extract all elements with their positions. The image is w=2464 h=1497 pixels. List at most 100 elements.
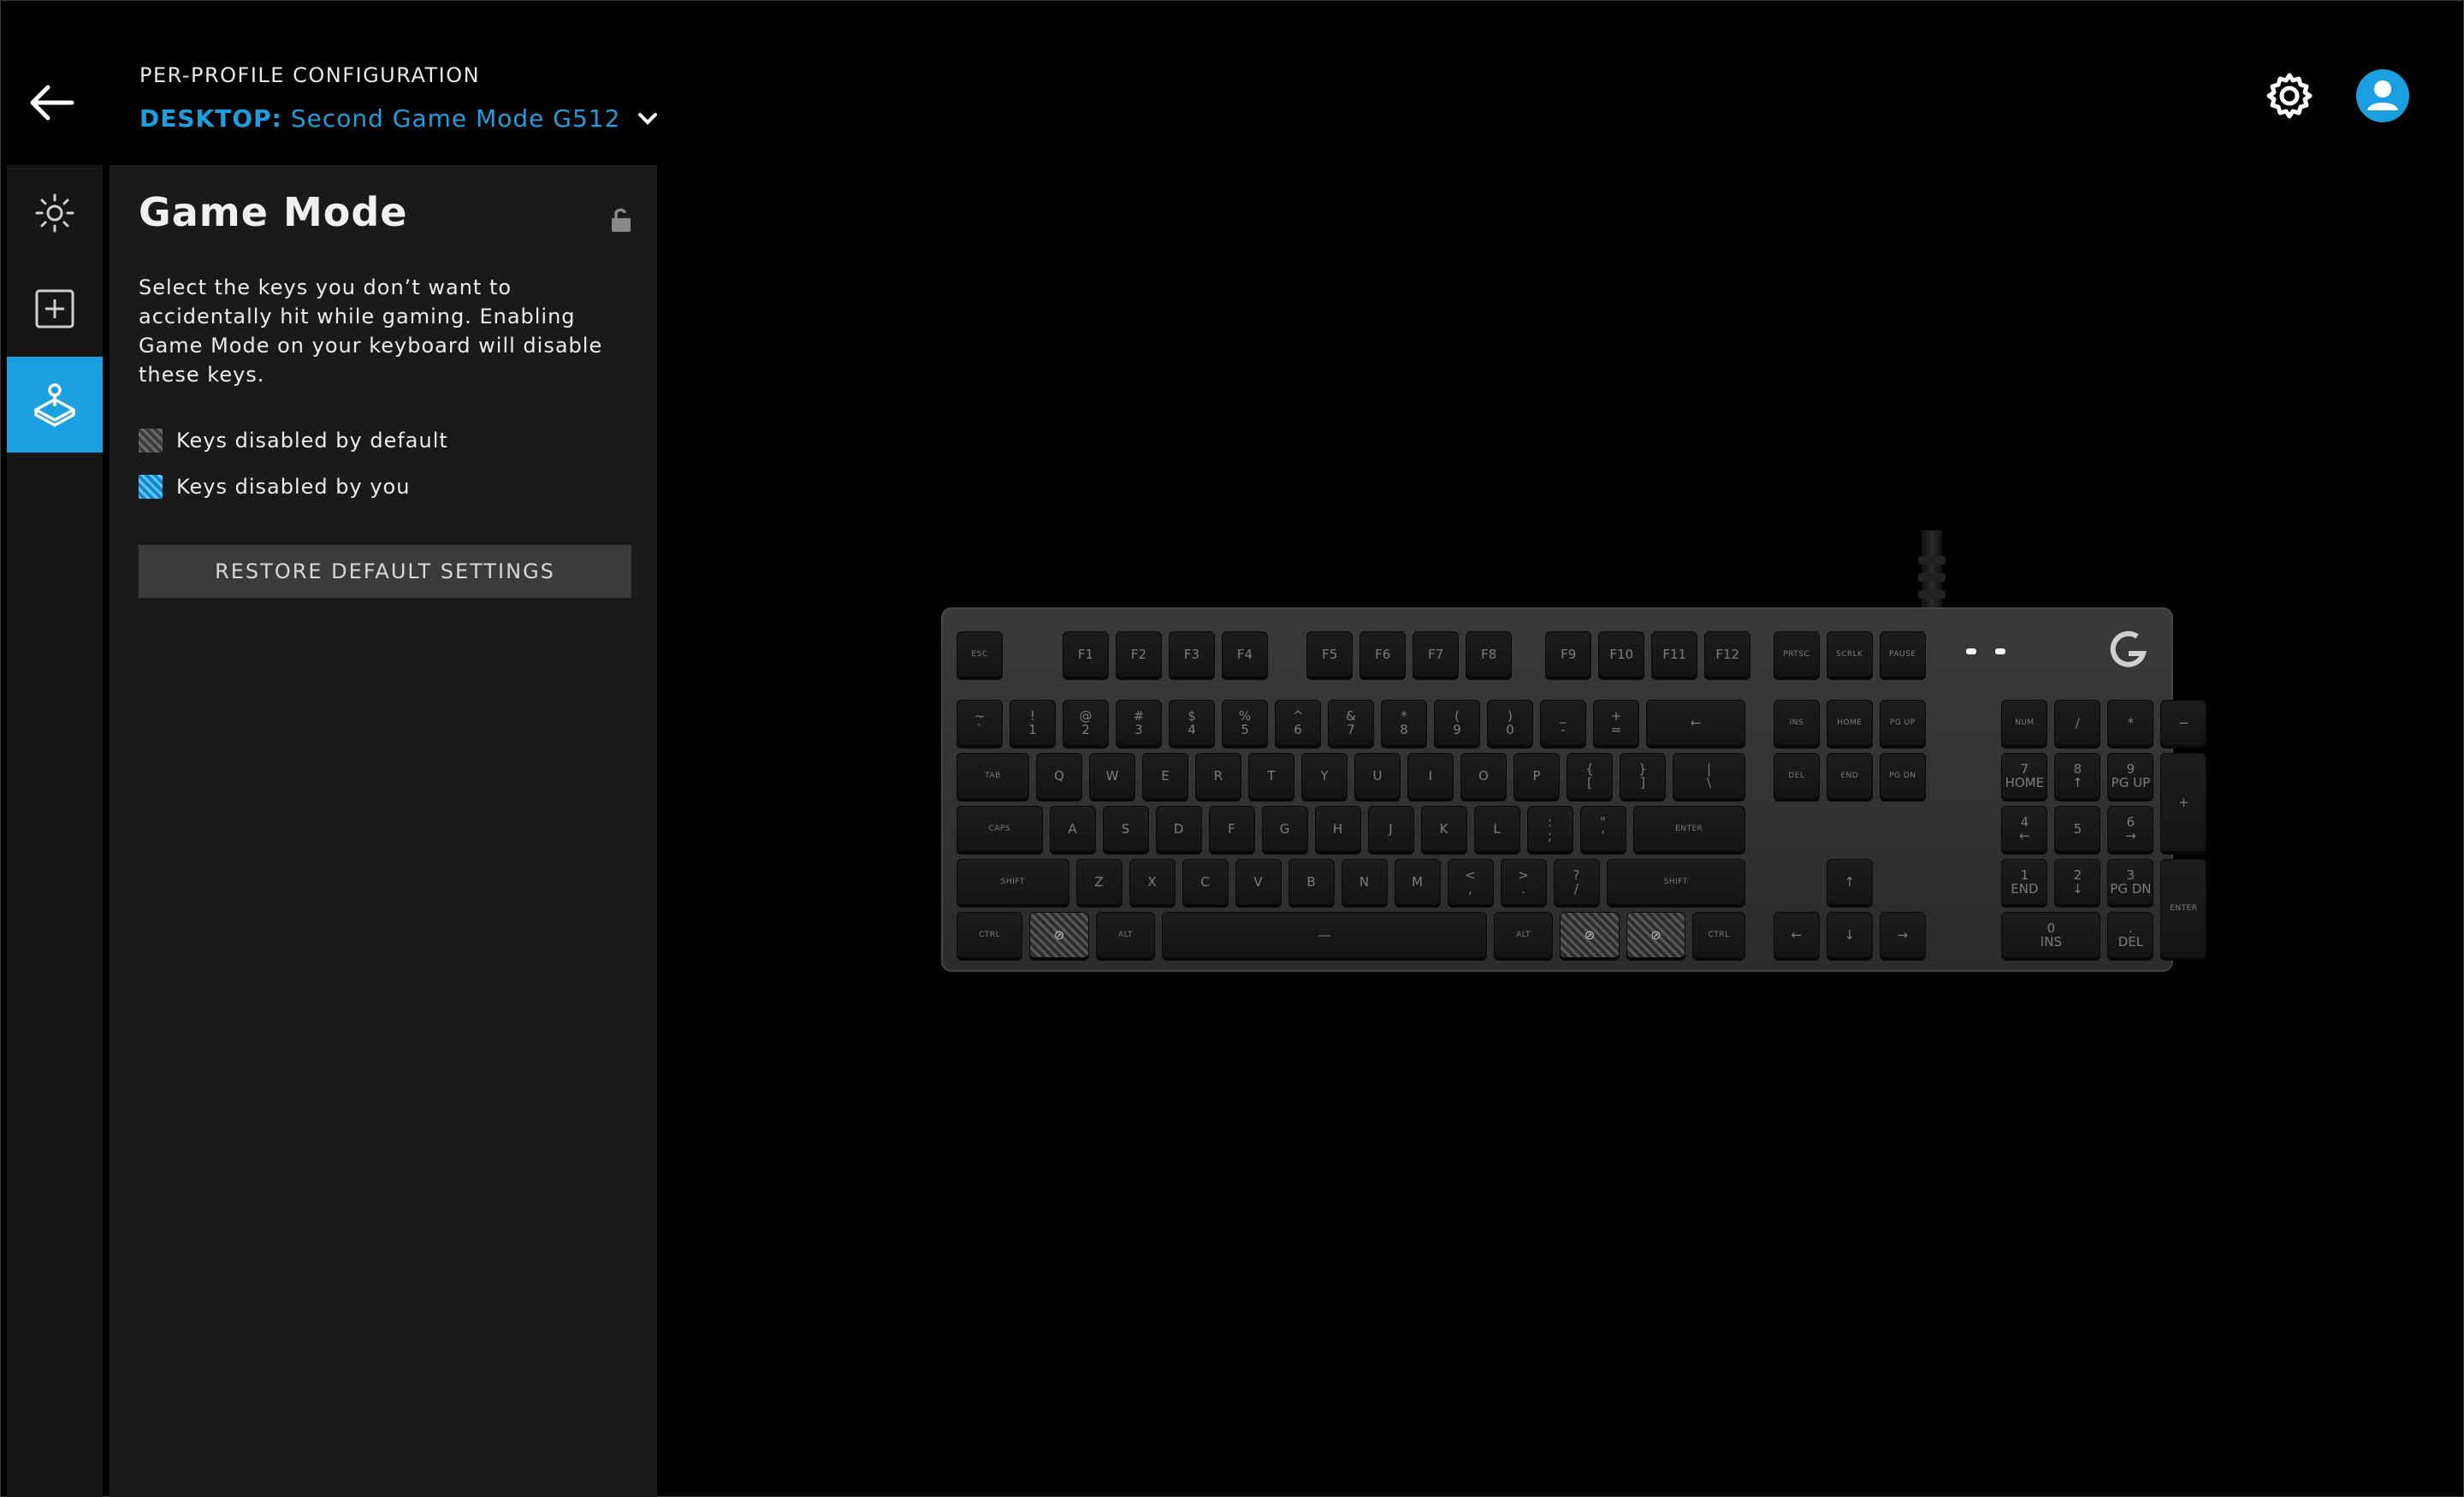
- key-f5[interactable]: F5: [1306, 631, 1353, 677]
- rail-item-assignments[interactable]: [7, 261, 103, 357]
- key-ralt[interactable]: ALT: [1493, 912, 1554, 958]
- key-np9[interactable]: 9 PG UP: [2107, 753, 2154, 799]
- key-np-enter[interactable]: ENTER: [2160, 859, 2207, 958]
- key-np3[interactable]: 3 PG DN: [2107, 859, 2154, 905]
- key-rbracket[interactable]: } ]: [1620, 753, 1666, 799]
- key-o[interactable]: O: [1460, 753, 1507, 799]
- key-pgdn[interactable]: PG DN: [1879, 753, 1926, 799]
- key-7[interactable]: & 7: [1328, 700, 1374, 746]
- profile-selector[interactable]: DESKTOP: Second Game Mode G512: [139, 104, 658, 133]
- key-s[interactable]: S: [1102, 806, 1149, 852]
- key-lalt[interactable]: ALT: [1095, 912, 1156, 958]
- key-backslash[interactable]: | \: [1673, 753, 1745, 799]
- key-left[interactable]: ←: [1773, 912, 1820, 958]
- key-lshift[interactable]: SHIFT: [957, 859, 1069, 905]
- key-9[interactable]: ( 9: [1434, 700, 1480, 746]
- key-3[interactable]: # 3: [1116, 700, 1162, 746]
- key-period[interactable]: > .: [1500, 859, 1547, 905]
- key-f11[interactable]: F11: [1651, 631, 1698, 677]
- key-w[interactable]: W: [1089, 753, 1135, 799]
- key-r[interactable]: R: [1195, 753, 1241, 799]
- key-g[interactable]: G: [1261, 806, 1308, 852]
- key-slash[interactable]: ? /: [1553, 859, 1600, 905]
- key-pause[interactable]: PAUSE: [1879, 631, 1926, 677]
- key-ins[interactable]: INS: [1773, 700, 1820, 746]
- key-b[interactable]: B: [1288, 859, 1335, 905]
- rail-item-lighting[interactable]: [7, 165, 103, 261]
- key-lbracket[interactable]: { [: [1567, 753, 1613, 799]
- key-f4[interactable]: F4: [1222, 631, 1268, 677]
- key-f6[interactable]: F6: [1359, 631, 1407, 677]
- key-j[interactable]: J: [1367, 806, 1414, 852]
- key-rshift[interactable]: SHIFT: [1606, 859, 1745, 905]
- key-quote[interactable]: " ': [1579, 806, 1626, 852]
- key-rctrl[interactable]: CTRL: [1692, 912, 1745, 958]
- restore-default-button[interactable]: RESTORE DEFAULT SETTINGS: [139, 545, 631, 598]
- key-np1[interactable]: 1 END: [2001, 859, 2048, 905]
- key-f12[interactable]: F12: [1704, 631, 1751, 677]
- key-6[interactable]: ^ 6: [1275, 700, 1321, 746]
- key-np-sub[interactable]: −: [2160, 700, 2207, 746]
- key-comma[interactable]: < ,: [1447, 859, 1494, 905]
- key-u[interactable]: U: [1354, 753, 1401, 799]
- key-a[interactable]: A: [1049, 806, 1096, 852]
- key-np-mul[interactable]: *: [2107, 700, 2154, 746]
- key-del[interactable]: DEL: [1773, 753, 1820, 799]
- key-8[interactable]: * 8: [1381, 700, 1427, 746]
- key-scrlk[interactable]: SCRLK: [1826, 631, 1873, 677]
- key-np-div[interactable]: /: [2054, 700, 2101, 746]
- key-space[interactable]: —: [1162, 912, 1487, 958]
- chevron-down-icon[interactable]: [637, 112, 658, 126]
- key-minus[interactable]: _ -: [1540, 700, 1586, 746]
- key-backspace[interactable]: ←: [1646, 700, 1745, 746]
- back-arrow-icon[interactable]: [29, 82, 77, 123]
- key-np2[interactable]: 2 ↓: [2054, 859, 2101, 905]
- key-f2[interactable]: F2: [1116, 631, 1162, 677]
- key-tab[interactable]: TAB: [957, 753, 1029, 799]
- rail-item-game-mode[interactable]: [7, 357, 103, 453]
- key-pgup[interactable]: PG UP: [1879, 700, 1926, 746]
- key-k[interactable]: K: [1420, 806, 1467, 852]
- key-end[interactable]: END: [1826, 753, 1873, 799]
- key-menu[interactable]: ⊘: [1626, 912, 1686, 958]
- key-m[interactable]: M: [1394, 859, 1441, 905]
- key-x[interactable]: X: [1128, 859, 1176, 905]
- key-d[interactable]: D: [1155, 806, 1202, 852]
- key-f1[interactable]: F1: [1063, 631, 1109, 677]
- key-equal[interactable]: + =: [1593, 700, 1639, 746]
- key-0[interactable]: ) 0: [1487, 700, 1533, 746]
- key-down[interactable]: ↓: [1826, 912, 1873, 958]
- key-f8[interactable]: F8: [1466, 631, 1513, 677]
- key-left-windows[interactable]: ⊘: [1029, 912, 1089, 958]
- key-n[interactable]: N: [1341, 859, 1388, 905]
- key-np5[interactable]: 5: [2054, 806, 2101, 852]
- gear-icon[interactable]: [2264, 70, 2315, 121]
- key-f3[interactable]: F3: [1169, 631, 1215, 677]
- key-esc[interactable]: ESC: [957, 631, 1003, 677]
- key-backtick[interactable]: ~ `: [957, 700, 1003, 746]
- key-numlk[interactable]: NUM: [2001, 700, 2048, 746]
- key-enter[interactable]: ENTER: [1632, 806, 1745, 852]
- key-f7[interactable]: F7: [1413, 631, 1460, 677]
- key-q[interactable]: Q: [1036, 753, 1082, 799]
- key-f[interactable]: F: [1208, 806, 1255, 852]
- key-right-windows[interactable]: ⊘: [1560, 912, 1620, 958]
- key-z[interactable]: Z: [1075, 859, 1122, 905]
- key-prtsc[interactable]: PRTSC: [1773, 631, 1820, 677]
- key-1[interactable]: ! 1: [1010, 700, 1056, 746]
- key-y[interactable]: Y: [1301, 753, 1348, 799]
- key-f9[interactable]: F9: [1545, 631, 1592, 677]
- key-np-add[interactable]: +: [2160, 753, 2207, 852]
- key-l[interactable]: L: [1473, 806, 1520, 852]
- key-v[interactable]: V: [1235, 859, 1282, 905]
- key-lctrl[interactable]: CTRL: [957, 912, 1023, 958]
- key-h[interactable]: H: [1314, 806, 1361, 852]
- key-t[interactable]: T: [1248, 753, 1294, 799]
- key-np6[interactable]: 6 →: [2107, 806, 2154, 852]
- key-p[interactable]: P: [1513, 753, 1560, 799]
- key-right[interactable]: →: [1879, 912, 1926, 958]
- key-np8[interactable]: 8 ↑: [2054, 753, 2101, 799]
- key-e[interactable]: E: [1142, 753, 1188, 799]
- key-2[interactable]: @ 2: [1063, 700, 1109, 746]
- key-i[interactable]: I: [1407, 753, 1454, 799]
